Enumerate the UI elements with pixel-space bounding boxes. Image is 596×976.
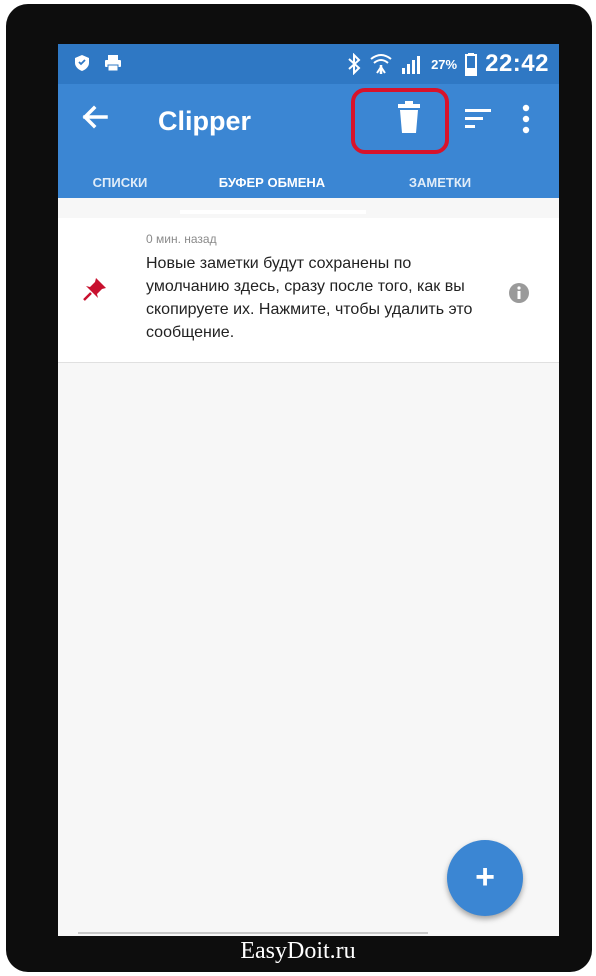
add-button[interactable]: + — [447, 840, 523, 916]
tab-clipboard[interactable]: БУФЕР ОБМЕНА — [178, 168, 366, 214]
status-bar: 27% 22:42 — [58, 44, 559, 84]
phone-frame: 27% 22:42 Clipper СПИСКИ БУФЕР ОБМЕНА ЗА… — [6, 4, 592, 972]
app-title: Clipper — [158, 106, 252, 136]
bluetooth-icon — [348, 53, 361, 75]
note-text: Новые заметки будут сохранены по умолчан… — [146, 255, 473, 341]
watermark: EasyDoit.ru — [240, 938, 356, 964]
pin-icon — [83, 278, 106, 301]
tab-lists[interactable]: СПИСКИ — [72, 168, 168, 214]
highlight-box — [351, 88, 449, 154]
tab-notes[interactable]: ЗАМЕТКИ — [380, 168, 500, 214]
battery-icon — [465, 53, 478, 76]
note-timestamp: 0 мин. назад — [146, 232, 217, 246]
list-item[interactable]: 0 мин. назад Новые заметки будут сохране… — [58, 218, 559, 363]
app-screen: 27% 22:42 Clipper СПИСКИ БУФЕР ОБМЕНА ЗА… — [58, 44, 559, 936]
signal-icon — [402, 56, 421, 74]
more-vert-icon[interactable] — [518, 102, 534, 136]
status-clock: 22:42 — [485, 50, 549, 77]
info-icon[interactable] — [508, 282, 530, 304]
shield-icon — [75, 55, 89, 71]
tab-indicator — [180, 210, 366, 214]
printer-icon — [105, 55, 121, 72]
sort-icon[interactable] — [464, 106, 492, 130]
bottom-divider — [78, 932, 428, 934]
battery-percent: 27% — [431, 56, 458, 72]
wifi-icon — [370, 54, 392, 74]
arrow-left-icon[interactable] — [80, 102, 110, 132]
